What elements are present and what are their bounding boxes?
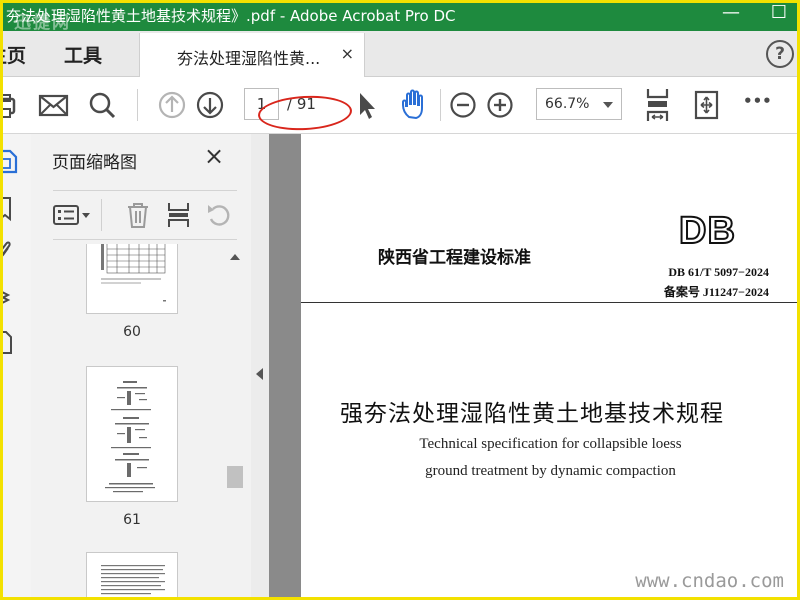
- screenshot-border: [0, 0, 800, 600]
